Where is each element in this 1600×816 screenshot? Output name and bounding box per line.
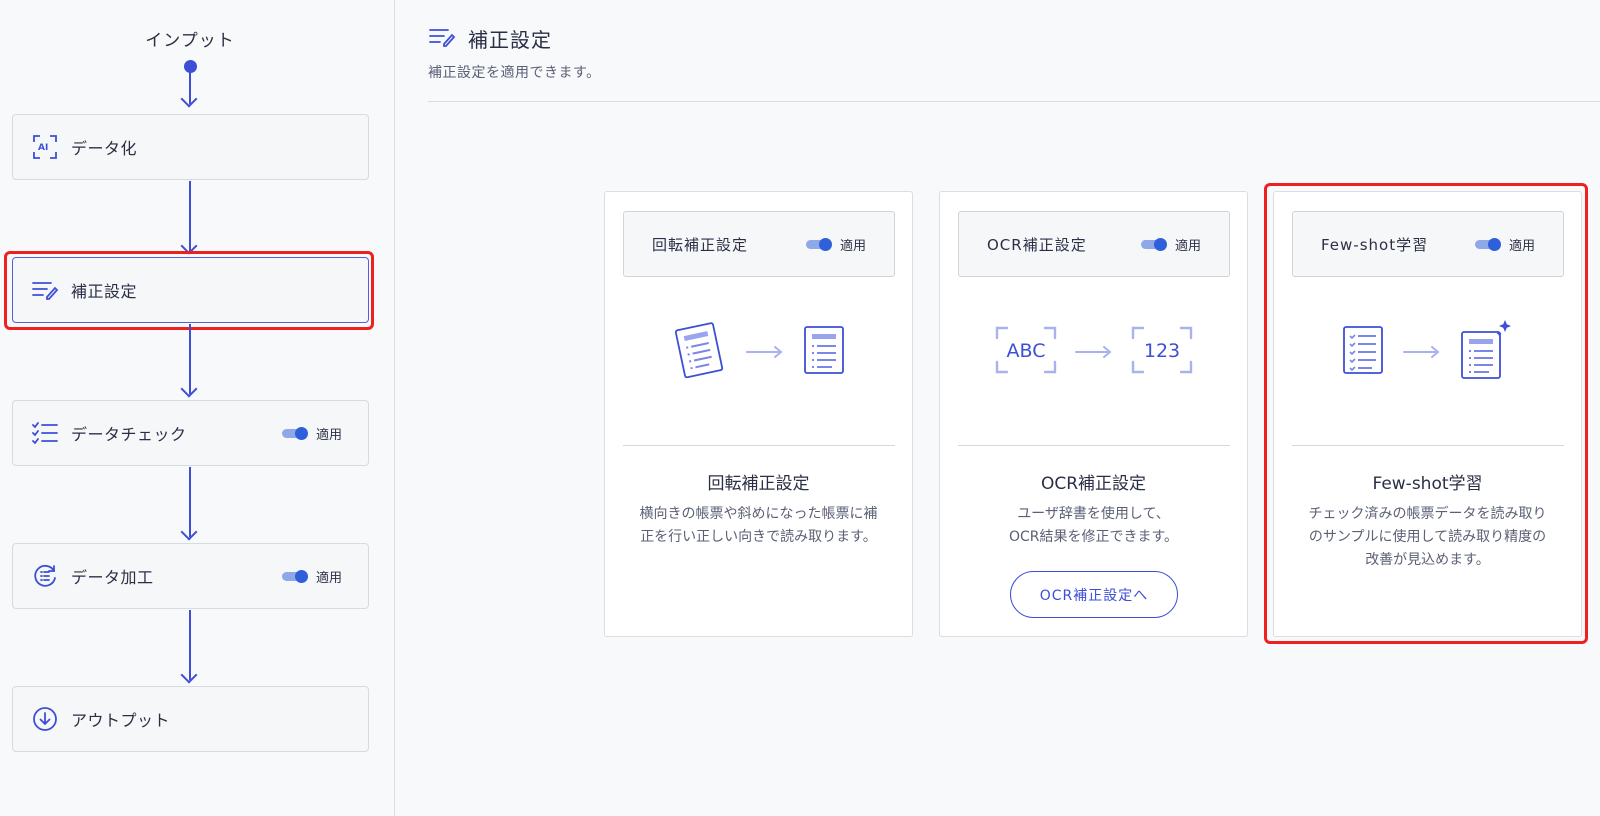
- card-description-line: OCR結果を修正できます。: [1008, 529, 1179, 545]
- apply-toggle-group: 適用: [281, 401, 342, 465]
- page-header: 補正設定: [428, 24, 552, 53]
- apply-toggle[interactable]: [1140, 237, 1167, 251]
- apply-toggle-group: 適用: [281, 544, 342, 608]
- flow-connector: [189, 181, 191, 251]
- card-header-label: OCR補正設定: [987, 235, 1087, 254]
- apply-toggle-group: 適用: [805, 212, 866, 276]
- step-label: アウトプット: [71, 711, 171, 730]
- card-divider: [623, 445, 895, 446]
- apply-toggle-group: 適用: [1140, 212, 1201, 276]
- card-header: 回転補正設定 適用: [623, 211, 895, 277]
- card-illustration: [623, 302, 895, 402]
- card-ocr-correction: OCR補正設定 適用 ABC 123 OCR補正設定 ユーザ辞書を使用して、 O…: [939, 191, 1248, 637]
- card-illustration: ABC 123: [958, 302, 1230, 402]
- card-header: Few-shot学習 適用: [1292, 211, 1564, 277]
- arrow-right-icon: [1075, 343, 1113, 362]
- card-title: Few-shot学習: [1372, 474, 1483, 494]
- checked-document-icon: [1341, 324, 1385, 380]
- toggle-label: 適用: [315, 570, 342, 586]
- ai-scan-icon: AI: [31, 133, 59, 161]
- apply-toggle[interactable]: [281, 569, 308, 583]
- step-label: データチェック: [71, 425, 187, 444]
- download-circle-icon: [31, 705, 59, 733]
- flow-connector: [189, 610, 191, 680]
- input-label: インプット: [145, 31, 235, 51]
- arrow-right-icon: [1403, 343, 1441, 362]
- rotated-document-icon: [672, 320, 728, 384]
- card-header-label: Few-shot学習: [1321, 235, 1429, 254]
- apply-toggle[interactable]: [1474, 237, 1501, 251]
- card-divider: [958, 445, 1230, 446]
- arrow-right-icon: [746, 343, 784, 362]
- main-content: 補正設定 補正設定を適用できます。 回転補正設定 適用 回転補正設定 横向きの帳…: [396, 0, 1600, 816]
- step-correction-settings[interactable]: 補正設定: [12, 257, 369, 323]
- edit-lines-icon: [428, 27, 456, 51]
- header-divider: [428, 101, 1600, 102]
- card-few-shot-learning: Few-shot学習 適用 Few-shot学習 チェック済みの帳票データを読み…: [1273, 191, 1582, 637]
- step-output[interactable]: アウトプット: [12, 686, 369, 752]
- card-description: チェック済みの帳票データを読み取り のサンプルに使用して読み取り精度の 改善が見…: [1294, 503, 1561, 572]
- card-illustration: [1292, 302, 1564, 402]
- card-divider: [1292, 445, 1564, 446]
- edit-lines-icon: [31, 276, 59, 304]
- step-data-processing[interactable]: データ加工 適用: [12, 543, 369, 609]
- checklist-icon: [31, 419, 59, 447]
- abc-scan-icon: ABC: [995, 326, 1057, 378]
- step-datafication[interactable]: AI データ化: [12, 114, 369, 180]
- apply-toggle-group: 適用: [1474, 212, 1535, 276]
- toggle-label: 適用: [1174, 238, 1201, 254]
- step-label: 補正設定: [71, 282, 138, 301]
- card-header-label: 回転補正設定: [652, 235, 749, 254]
- card-description: 横向きの帳票や斜めになった帳票に補 正を行い正しい向きで読み取ります。: [625, 503, 892, 549]
- svg-text:123: 123: [1144, 340, 1180, 362]
- card-description-line: 改善が見込めます。: [1365, 552, 1490, 568]
- svg-text:ABC: ABC: [1007, 340, 1046, 362]
- card-description-line: チェック済みの帳票データを読み取り: [1308, 506, 1547, 522]
- step-label: データ加工: [71, 568, 154, 587]
- card-description-line: のサンプルに使用して読み取り精度の: [1308, 529, 1547, 545]
- toggle-label: 適用: [1508, 238, 1535, 254]
- toggle-label: 適用: [315, 427, 342, 443]
- card-description-line: 横向きの帳票や斜めになった帳票に補: [639, 506, 878, 522]
- card-description-line: ユーザ辞書を使用して、: [1017, 506, 1170, 522]
- document-icon: [802, 324, 846, 380]
- flow-connector: [189, 324, 191, 394]
- step-label: データ化: [71, 139, 138, 158]
- card-description: ユーザ辞書を使用して、 OCR結果を修正できます。: [960, 503, 1227, 549]
- flow-connector: [189, 72, 191, 104]
- flow-panel: インプット AI データ化 補正設定 データチェック 適用 データ加工 適用 ア…: [0, 0, 395, 816]
- page-title: 補正設定: [468, 28, 552, 52]
- page-subtitle: 補正設定を適用できます。: [428, 65, 601, 81]
- card-rotation-correction: 回転補正設定 適用 回転補正設定 横向きの帳票や斜めになった帳票に補 正を行い正…: [604, 191, 913, 637]
- ocr-settings-button[interactable]: OCR補正設定へ: [1010, 571, 1178, 618]
- svg-text:AI: AI: [38, 143, 48, 153]
- process-list-icon: [31, 562, 59, 590]
- toggle-label: 適用: [839, 238, 866, 254]
- apply-toggle[interactable]: [281, 426, 308, 440]
- card-description-line: 正を行い正しい向きで読み取ります。: [640, 529, 877, 545]
- card-title: OCR補正設定: [1040, 474, 1147, 494]
- card-header: OCR補正設定 適用: [958, 211, 1230, 277]
- card-title: 回転補正設定: [707, 474, 810, 494]
- apply-toggle[interactable]: [805, 237, 832, 251]
- number-scan-icon: 123: [1131, 326, 1193, 378]
- sparkle-document-icon: [1459, 319, 1515, 385]
- step-data-check[interactable]: データチェック 適用: [12, 400, 369, 466]
- flow-connector: [189, 467, 191, 537]
